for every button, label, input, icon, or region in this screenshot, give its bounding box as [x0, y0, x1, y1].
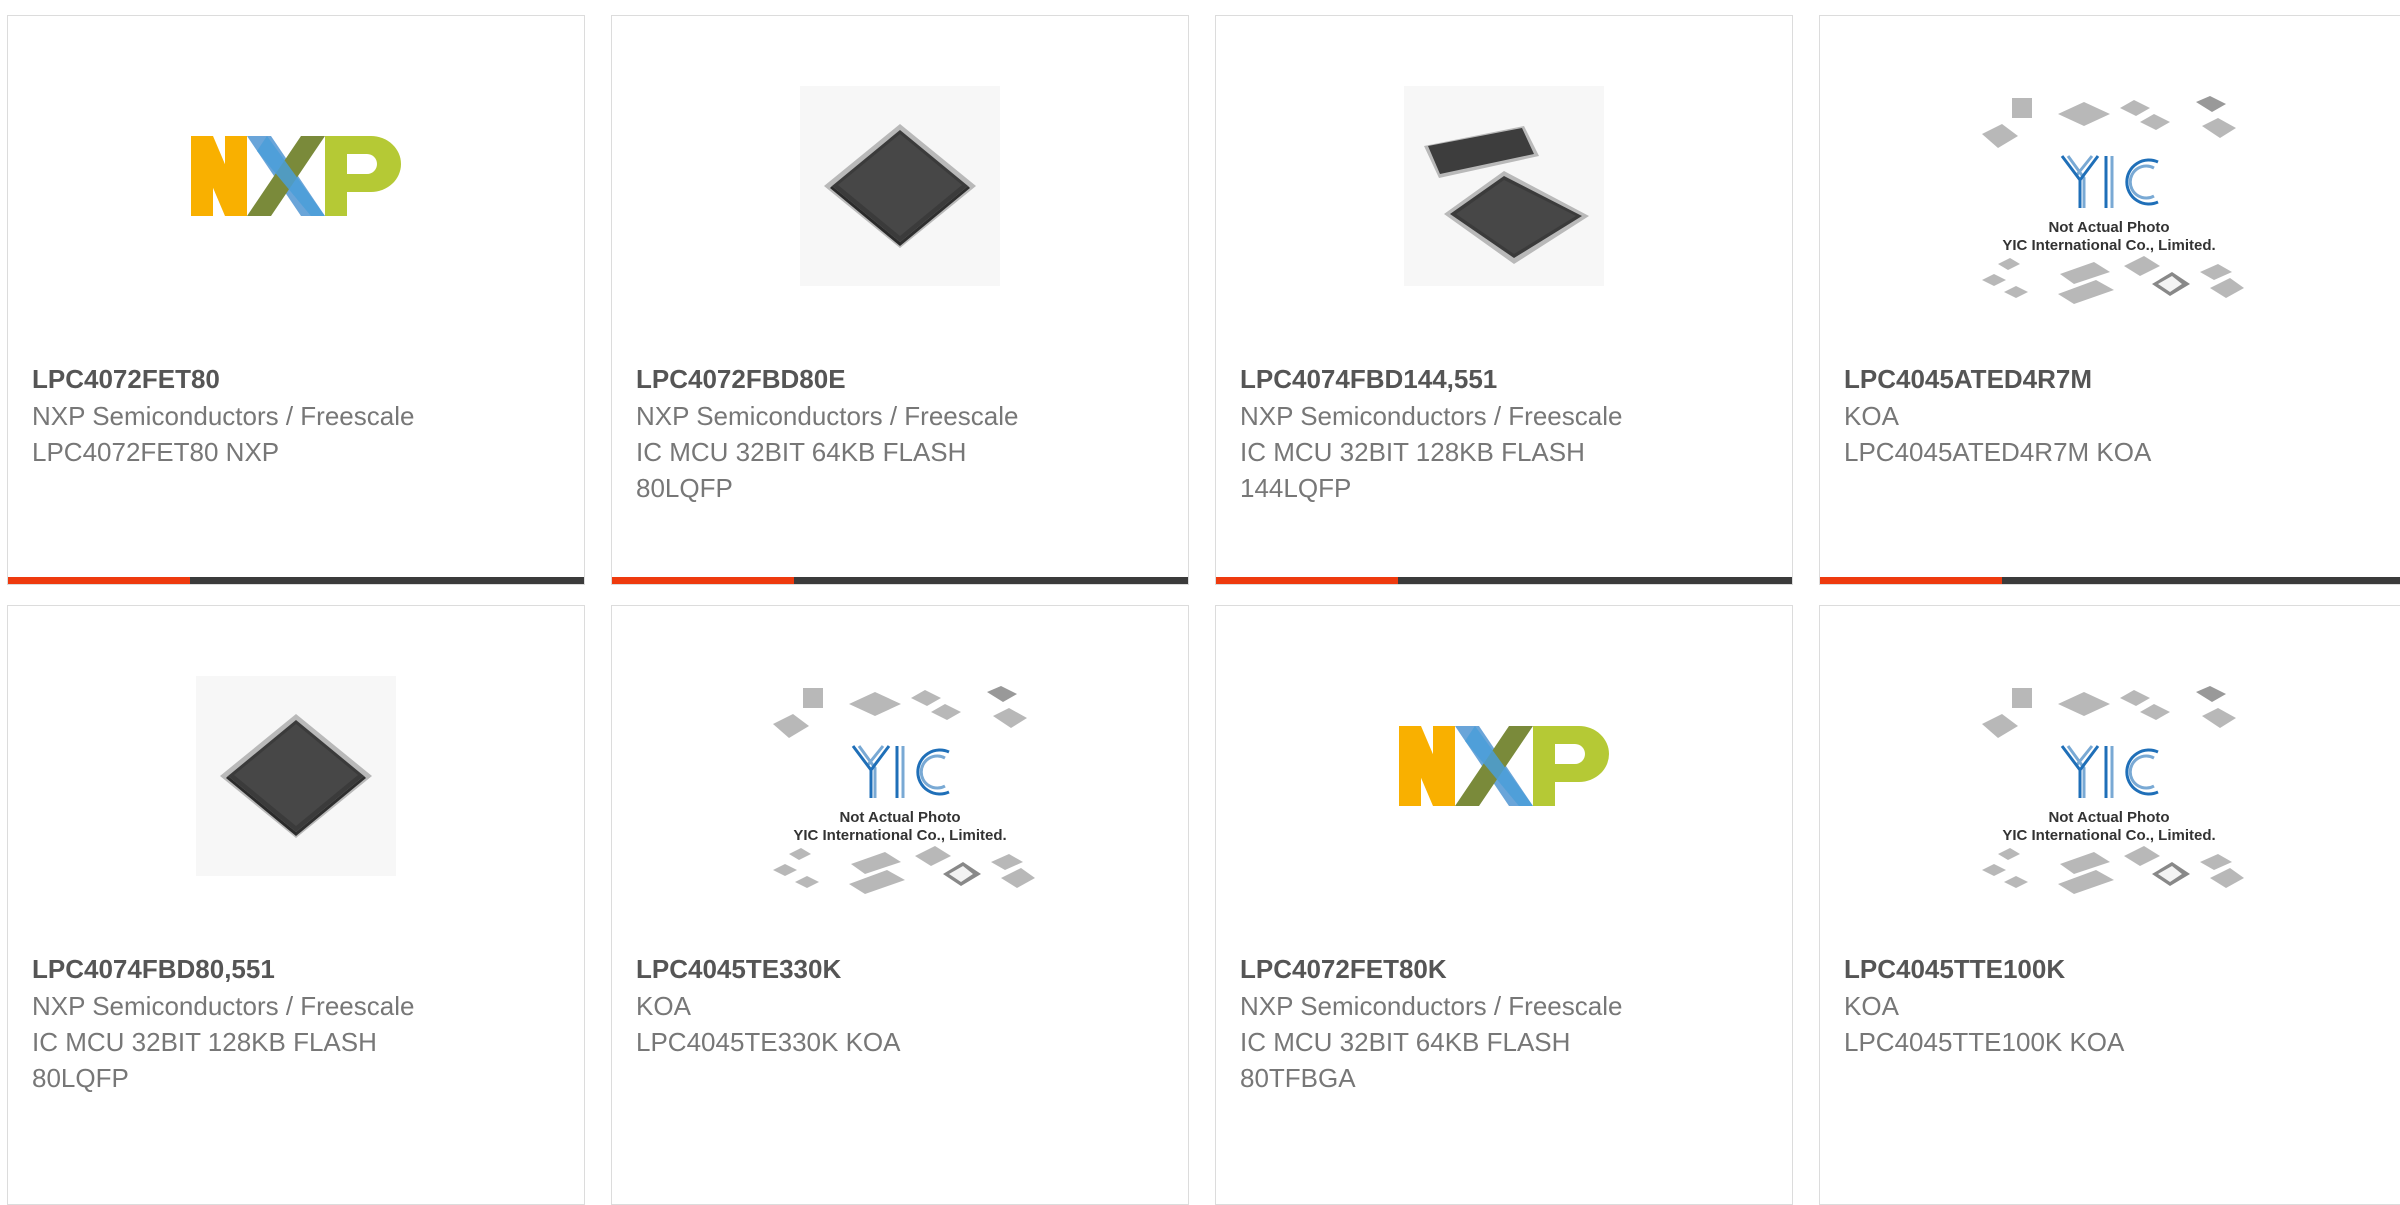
lqfp-chip-pair-icon[interactable]	[1404, 86, 1604, 286]
yic-caption-line2: YIC International Co., Limited.	[2002, 827, 2215, 844]
yic-caption-line1: Not Actual Photo	[839, 809, 960, 826]
product-description: LPC4045TTE100K KOA	[1844, 1027, 2125, 1057]
product-card[interactable]: Not Actual Photo YIC International Co., …	[1819, 605, 2400, 1205]
product-card[interactable]: Not Actual Photo YIC International Co., …	[611, 605, 1189, 1205]
lqfp-chip-icon[interactable]	[196, 676, 396, 876]
yic-placeholder-icon[interactable]: Not Actual Photo YIC International Co., …	[1974, 686, 2244, 926]
product-part-number[interactable]: LPC4074FBD80,551	[32, 950, 564, 988]
yic-caption-line2: YIC International Co., Limited.	[793, 827, 1006, 844]
card-footer-bar	[612, 577, 1188, 584]
product-card[interactable]: LPC4074FBD144,551 NXP Semiconductors / F…	[1215, 15, 1793, 585]
product-description: IC MCU 32BIT 64KB FLASH 80TFBGA	[1240, 1027, 1571, 1093]
product-part-number[interactable]: LPC4072FET80	[32, 360, 564, 398]
product-part-number[interactable]: LPC4074FBD144,551	[1240, 360, 1772, 398]
card-footer-accent	[1820, 577, 2002, 584]
product-part-number[interactable]: LPC4045TE330K	[636, 950, 1168, 988]
product-manufacturer: NXP Semiconductors / Freescale	[636, 401, 1019, 431]
nxp-logo-icon[interactable]	[1399, 716, 1609, 816]
card-footer-accent	[1216, 577, 1398, 584]
card-footer-accent	[612, 577, 794, 584]
product-card[interactable]: LPC4072FET80 NXP Semiconductors / Freesc…	[7, 15, 585, 585]
yic-caption-line1: Not Actual Photo	[2048, 809, 2169, 826]
product-description: IC MCU 32BIT 128KB FLASH 144LQFP	[1240, 437, 1585, 503]
card-footer-bar	[8, 577, 584, 584]
product-part-number[interactable]: LPC4045ATED4R7M	[1844, 360, 2388, 398]
product-manufacturer: KOA	[1844, 991, 1899, 1021]
product-manufacturer: NXP Semiconductors / Freescale	[32, 401, 415, 431]
product-card[interactable]: LPC4072FBD80E NXP Semiconductors / Frees…	[611, 15, 1189, 585]
product-description: LPC4045ATED4R7M KOA	[1844, 437, 2152, 467]
product-manufacturer: NXP Semiconductors / Freescale	[32, 991, 415, 1021]
product-manufacturer: KOA	[1844, 401, 1899, 431]
yic-placeholder-icon[interactable]: Not Actual Photo YIC International Co., …	[1974, 96, 2244, 336]
yic-placeholder-icon[interactable]: Not Actual Photo YIC International Co., …	[765, 686, 1035, 926]
product-manufacturer: NXP Semiconductors / Freescale	[1240, 991, 1623, 1021]
card-footer-accent	[8, 577, 190, 584]
product-description: LPC4072FET80 NXP	[32, 437, 280, 467]
product-part-number[interactable]: LPC4072FET80K	[1240, 950, 1772, 988]
product-description: IC MCU 32BIT 128KB FLASH 80LQFP	[32, 1027, 377, 1093]
yic-caption-line2: YIC International Co., Limited.	[2002, 237, 2215, 254]
product-card[interactable]: LPC4072FET80K NXP Semiconductors / Frees…	[1215, 605, 1793, 1205]
yic-caption-line1: Not Actual Photo	[2048, 219, 2169, 236]
product-card[interactable]: Not Actual Photo YIC International Co., …	[1819, 15, 2400, 585]
lqfp-chip-icon[interactable]	[800, 86, 1000, 286]
product-manufacturer: NXP Semiconductors / Freescale	[1240, 401, 1623, 431]
product-card[interactable]: LPC4074FBD80,551 NXP Semiconductors / Fr…	[7, 605, 585, 1205]
card-footer-bar	[1216, 577, 1792, 584]
nxp-logo-icon[interactable]	[191, 126, 401, 226]
product-part-number[interactable]: LPC4045TTE100K	[1844, 950, 2388, 988]
product-manufacturer: KOA	[636, 991, 691, 1021]
card-footer-bar	[1820, 577, 2400, 584]
product-part-number[interactable]: LPC4072FBD80E	[636, 360, 1168, 398]
product-description: LPC4045TE330K KOA	[636, 1027, 901, 1057]
product-description: IC MCU 32BIT 64KB FLASH 80LQFP	[636, 437, 967, 503]
